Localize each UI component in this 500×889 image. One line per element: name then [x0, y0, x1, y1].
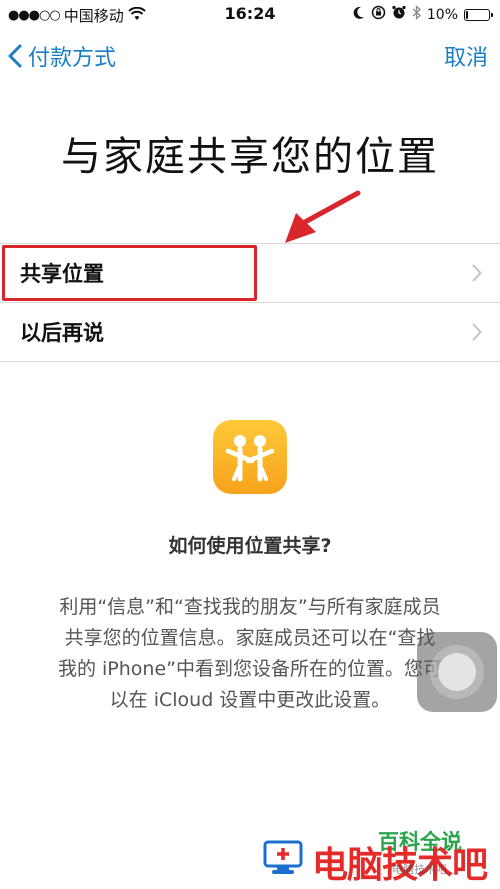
find-my-friends-icon — [213, 420, 287, 494]
assistive-ring-inner — [438, 653, 476, 691]
annotation-arrow-icon — [285, 190, 361, 243]
later-label: 以后再说 — [20, 321, 104, 345]
later-row[interactable]: 以后再说 — [0, 302, 500, 362]
watermark-small: 电脑技术吧 — [392, 863, 447, 876]
chevron-right-icon — [472, 323, 482, 341]
watermark-logo-icon — [263, 840, 303, 874]
info-question: 如何使用位置共享? — [168, 535, 332, 557]
description-line: 利用“信息”和“查找我的朋友”与所有家庭成员 — [59, 596, 441, 618]
assistive-touch-button[interactable] — [417, 632, 497, 712]
